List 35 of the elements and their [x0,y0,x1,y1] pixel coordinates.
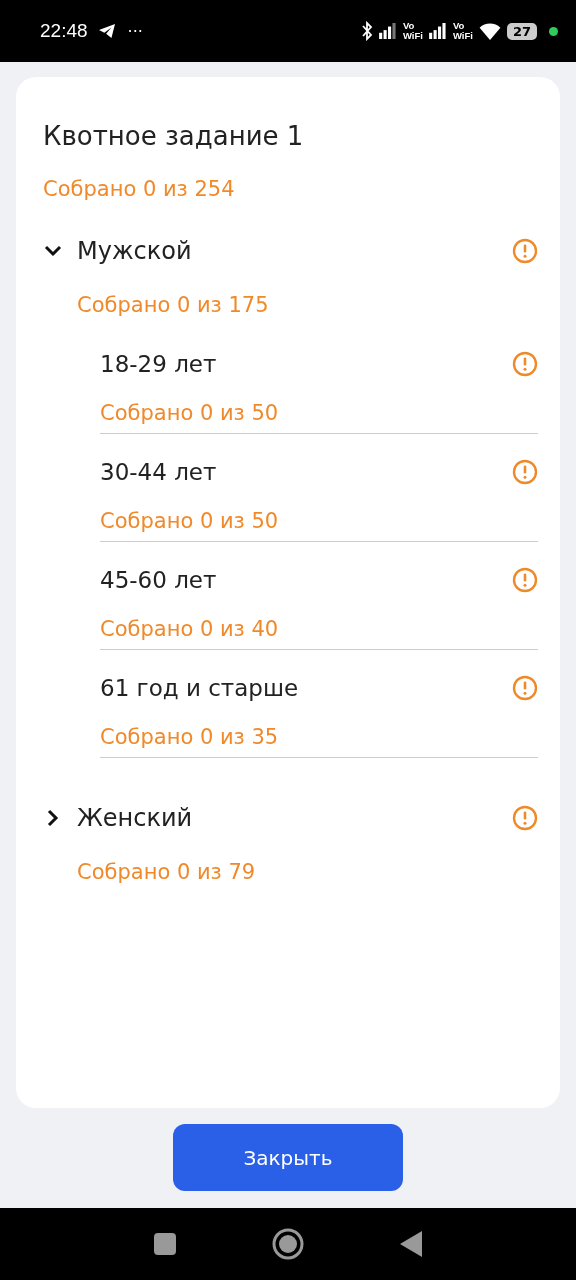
collected-count: Собрано 0 из 40 [100,617,280,641]
paper-plane-icon [97,23,116,39]
privacy-dot-icon [549,26,558,36]
signal-icon [378,23,397,39]
warning-icon [512,567,538,593]
age-group-label: 61 год и старше [100,675,300,701]
wifi-icon [478,22,501,40]
age-group-label: 45-60 лет [100,567,218,593]
warning-icon [512,351,538,377]
collected-count: Собрано 0 из 35 [100,725,280,749]
collected-count: Собрано 0 из 254 [43,177,236,201]
clock-time: 22:48 [40,20,88,42]
home-icon[interactable] [272,1228,304,1260]
recents-icon[interactable] [154,1233,176,1255]
warning-icon [512,459,538,485]
collected-count: Собрано 0 из 175 [77,293,270,317]
warning-icon [512,238,538,264]
signal-icon [428,23,447,39]
group-label[interactable]: Женский [77,804,512,832]
close-button[interactable]: Закрыть [173,1124,403,1191]
age-group-label: 18-29 лет [100,351,218,377]
vowifi-label: Vo WiFi [402,21,423,41]
collected-count: Собрано 0 из 50 [100,509,280,533]
more-notifications: ··· [127,21,143,41]
collected-count: Собрано 0 из 50 [100,401,280,425]
battery-indicator: 27 [506,22,537,40]
collected-count: Собрано 0 из 79 [77,860,257,884]
vowifi-label: Vo WiFi [452,21,473,41]
age-group-label: 30-44 лет [100,459,218,485]
back-icon[interactable] [400,1231,422,1257]
bluetooth-icon [360,21,373,41]
group-label[interactable]: Мужской [77,237,512,265]
warning-icon [512,805,538,831]
quota-title: Квотное задание 1 [43,121,305,151]
warning-icon [512,675,538,701]
